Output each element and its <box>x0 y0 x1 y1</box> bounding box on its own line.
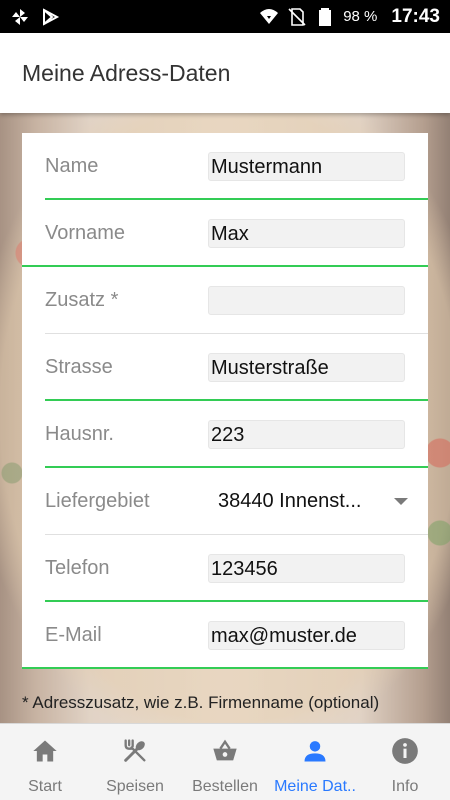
telefon-label: Telefon <box>45 557 110 579</box>
info-icon <box>390 736 420 766</box>
vorname-input[interactable]: Max <box>208 219 405 248</box>
nav-label: Meine Dat.. <box>274 778 356 795</box>
chevron-down-icon[interactable] <box>394 498 408 505</box>
bottom-nav: Start Speisen Bestellen Meine Dat.. Info <box>0 723 450 800</box>
battery-level: 98 % <box>343 8 378 25</box>
no-sim-icon <box>288 7 306 26</box>
strasse-input[interactable]: Musterstraße <box>208 353 405 382</box>
form-row-hausnr: Hausnr. 223 <box>22 401 428 468</box>
email-label: E-Mail <box>45 624 102 646</box>
form-row-zusatz: Zusatz * <box>22 267 428 334</box>
nav-item-info[interactable]: Info <box>360 724 450 800</box>
vorname-label: Vorname <box>45 222 126 244</box>
form-row-liefergebiet[interactable]: Liefergebiet 38440 Innenst... <box>22 468 428 535</box>
strasse-label: Strasse <box>45 356 113 378</box>
liefergebiet-label: Liefergebiet <box>45 490 150 512</box>
hausnr-input[interactable]: 223 <box>208 420 405 449</box>
nav-item-bestellen[interactable]: Bestellen <box>180 724 270 800</box>
name-input[interactable]: Mustermann <box>208 152 405 181</box>
nav-item-start[interactable]: Start <box>0 724 90 800</box>
pinwheel-icon <box>12 8 28 25</box>
field-underline <box>22 667 428 669</box>
footnote: * Adresszusatz, wie z.B. Firmenname (opt… <box>22 693 380 712</box>
nav-label: Bestellen <box>192 778 258 795</box>
zusatz-label: Zusatz * <box>45 289 119 311</box>
person-icon <box>300 736 330 766</box>
play-icon <box>43 7 60 26</box>
nav-label: Speisen <box>106 778 164 795</box>
liefergebiet-select[interactable]: 38440 Innenst... <box>218 490 361 513</box>
form-row-strasse: Strasse Musterstraße <box>22 334 428 401</box>
hausnr-label: Hausnr. <box>45 423 114 445</box>
page-title: Meine Adress-Daten <box>22 59 231 86</box>
basket-icon <box>210 736 240 766</box>
battery-icon <box>319 7 332 26</box>
nav-label: Info <box>391 778 419 795</box>
form-row-name: Name Mustermann <box>22 133 428 200</box>
name-label: Name <box>45 155 99 177</box>
status-bar: 98 % 17:43 <box>0 0 450 33</box>
utensils-icon <box>120 736 150 766</box>
app-bar: Meine Adress-Daten <box>0 33 450 113</box>
form-row-vorname: Vorname Max <box>22 200 428 267</box>
home-icon <box>30 736 60 766</box>
email-input[interactable]: max@muster.de <box>208 621 405 650</box>
form-row-email: E-Mail max@muster.de <box>22 602 428 669</box>
telefon-input[interactable]: 123456 <box>208 554 405 583</box>
nav-item-speisen[interactable]: Speisen <box>90 724 180 800</box>
address-form: Name Mustermann Vorname Max Zusatz * Str… <box>22 133 428 669</box>
zusatz-input[interactable] <box>208 286 405 315</box>
wifi-icon <box>260 8 279 24</box>
form-row-telefon: Telefon 123456 <box>22 535 428 602</box>
clock: 17:43 <box>391 5 440 27</box>
nav-item-meine-daten[interactable]: Meine Dat.. <box>270 724 360 800</box>
nav-label: Start <box>28 778 62 795</box>
